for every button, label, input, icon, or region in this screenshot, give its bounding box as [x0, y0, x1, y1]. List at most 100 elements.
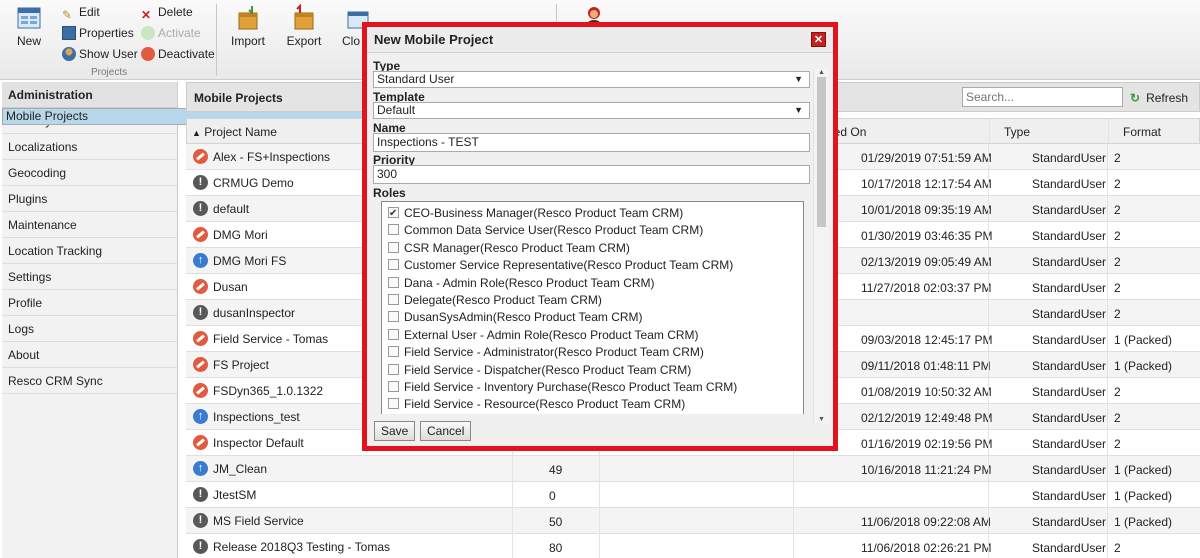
dialog-scrollbar[interactable]: ▲ ▼	[813, 69, 829, 423]
project-type: StandardUser	[1032, 541, 1107, 555]
column-divider	[599, 482, 600, 508]
new-button[interactable]: New	[14, 4, 44, 48]
column-divider	[988, 534, 989, 558]
role-item[interactable]: Field Service - Dispatcher(Resco Product…	[388, 362, 691, 379]
table-row[interactable]: JM_Clean 49 10/16/2018 11:21:24 PM Standard…	[186, 456, 1200, 482]
column-divider	[988, 482, 989, 508]
chevron-down-icon: ▼	[794, 105, 803, 115]
role-checkbox[interactable]	[388, 328, 399, 340]
save-button[interactable]: Save	[374, 421, 416, 441]
role-label: DusanSysAdmin(Resco Product Team CRM)	[404, 310, 643, 325]
project-type: StandardUser	[1032, 307, 1107, 321]
activate-icon	[141, 26, 155, 40]
column-divider	[988, 248, 989, 274]
sidebar-item-plugins[interactable]: Plugins	[2, 186, 177, 212]
column-divider	[599, 534, 600, 558]
project-name: default	[213, 202, 250, 216]
project-type: StandardUser	[1032, 151, 1107, 165]
sidebar-item-localizations[interactable]: Localizations	[2, 134, 177, 160]
role-checkbox[interactable]	[388, 276, 399, 288]
deactivate-button[interactable]: Deactivate	[141, 45, 215, 63]
roles-list[interactable]: CEO-Business Manager(Resco Product Team …	[381, 201, 804, 414]
scrollbar-thumb[interactable]	[817, 77, 826, 227]
project-type: StandardUser	[1032, 515, 1107, 529]
close-icon[interactable]: ✕	[811, 32, 826, 47]
export-icon	[294, 4, 314, 30]
project-type: StandardUser	[1032, 203, 1107, 217]
role-item[interactable]: Field Service - Resource(Resco Product T…	[388, 396, 685, 413]
role-item[interactable]: Field Service - Administrator(Resco Prod…	[388, 344, 704, 361]
column-divider	[988, 326, 989, 352]
properties-button[interactable]: Properties	[62, 24, 134, 42]
sidebar-item-settings[interactable]: Settings	[2, 264, 177, 290]
show-user-button[interactable]: Show User	[62, 45, 138, 63]
role-item[interactable]: CSR Manager(Resco Product Team CRM)	[388, 240, 630, 257]
table-row[interactable]: MS Field Service 50 11/06/2018 09:22:08 AM…	[186, 508, 1200, 534]
column-divider	[1107, 430, 1108, 456]
project-type: StandardUser	[1032, 359, 1107, 373]
role-checkbox[interactable]	[388, 224, 399, 236]
refresh-button[interactable]: ↻ Refresh	[1130, 91, 1188, 105]
project-type: StandardUser	[1032, 463, 1107, 477]
role-item[interactable]: CEO-Business Manager(Resco Product Team …	[388, 205, 683, 222]
role-checkbox[interactable]	[388, 259, 399, 271]
status-warn-icon	[193, 305, 208, 320]
role-item[interactable]: Dana - Admin Role(Resco Product Team CRM…	[388, 275, 655, 292]
export-button[interactable]: Export	[286, 4, 322, 48]
chevron-down-icon: ▼	[794, 74, 803, 84]
scroll-up-icon[interactable]: ▲	[818, 69, 825, 76]
role-checkbox[interactable]	[388, 241, 399, 253]
role-item[interactable]: Customer Service Representative(Resco Pr…	[388, 257, 733, 274]
status-error-icon	[193, 227, 208, 242]
project-name: Field Service - Tomas	[213, 332, 329, 346]
name-input[interactable]: Inspections - TEST	[373, 133, 810, 152]
column-divider	[512, 456, 513, 482]
role-checkbox[interactable]	[388, 294, 399, 305]
published-on: 11/27/2018 02:03:37 PM	[861, 281, 992, 295]
column-divider	[988, 404, 989, 430]
column-format[interactable]: Format	[1123, 125, 1161, 139]
cancel-button[interactable]: Cancel	[420, 421, 472, 441]
template-select[interactable]: Default ▼	[373, 102, 810, 119]
import-button[interactable]: Import	[229, 4, 267, 48]
column-project-name[interactable]: ▲ Project Name	[192, 125, 277, 139]
sidebar-item-geocoding[interactable]: Geocoding	[2, 160, 177, 186]
role-item[interactable]: DusanSysAdmin(Resco Product Team CRM)	[388, 309, 643, 326]
sidebar-item-location-tracking[interactable]: Location Tracking	[2, 238, 177, 264]
column-divider	[988, 274, 989, 300]
table-row[interactable]: JtestSM 0 StandardUser 1 (Packed)	[186, 482, 1200, 508]
priority-input[interactable]: 300	[373, 165, 810, 184]
edit-button[interactable]: ✎ Edit	[62, 3, 100, 22]
role-item[interactable]: Field Service - Inventory Purchase(Resco…	[388, 379, 737, 396]
role-item[interactable]: Common Data Service User(Resco Product T…	[388, 222, 703, 239]
sidebar-item-about[interactable]: About	[2, 342, 177, 368]
role-checkbox[interactable]	[388, 398, 399, 410]
role-checkbox[interactable]	[388, 205, 399, 222]
table-row[interactable]: Release 2018Q3 Testing - Tomas 80 11/06/20…	[186, 534, 1200, 558]
project-type: StandardUser	[1032, 333, 1107, 347]
status-error-icon	[193, 279, 208, 294]
project-name: MS Field Service	[213, 514, 304, 528]
project-name: Release 2018Q3 Testing - Tomas	[213, 540, 390, 554]
role-item[interactable]: Delegate(Resco Product Team CRM)	[388, 292, 602, 309]
role-checkbox[interactable]	[388, 346, 399, 358]
column-divider	[1107, 482, 1108, 508]
sidebar-item-resco-crm-sync[interactable]: Resco CRM Sync	[2, 368, 177, 394]
column-divider	[793, 482, 794, 508]
role-checkbox[interactable]	[388, 381, 399, 392]
role-checkbox[interactable]	[388, 311, 399, 323]
status-warn-icon	[193, 487, 208, 502]
search-input[interactable]	[962, 87, 1123, 107]
sidebar-item-logs[interactable]: Logs	[2, 316, 177, 342]
project-format: 2	[1114, 281, 1121, 295]
export-label: Export	[286, 34, 322, 48]
activate-button[interactable]: Activate	[141, 24, 201, 42]
sidebar-item-maintenance[interactable]: Maintenance	[2, 212, 177, 238]
role-item[interactable]: External User - Admin Role(Resco Product…	[388, 327, 699, 344]
sidebar-item-profile[interactable]: Profile	[2, 290, 177, 316]
column-type[interactable]: Type	[1004, 125, 1030, 139]
role-checkbox[interactable]	[388, 363, 399, 375]
type-select[interactable]: Standard User ▼	[373, 71, 810, 88]
scroll-down-icon[interactable]: ▼	[818, 416, 825, 423]
delete-button[interactable]: ✕ Delete	[141, 3, 193, 22]
